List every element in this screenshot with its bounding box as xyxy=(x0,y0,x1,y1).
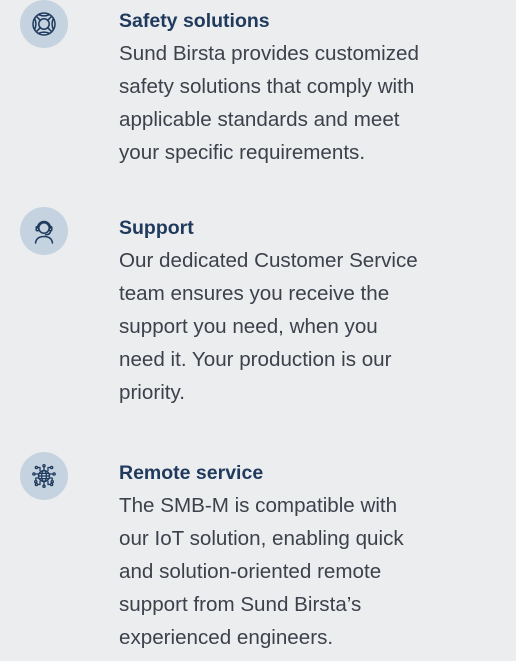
feature-list: Safety solutions Sund Birsta provides cu… xyxy=(0,0,516,661)
description-line: team ensures you receive the xyxy=(119,282,390,305)
network-globe-icon xyxy=(20,452,68,500)
description-line: safety solutions that comply with xyxy=(119,75,415,98)
feature-description: Sund Birsta provides customized safety s… xyxy=(119,37,504,169)
description-line: and solution-oriented remote xyxy=(119,560,382,583)
feature-title: Remote service xyxy=(119,462,264,484)
description-line: Our dedicated Customer Service xyxy=(119,249,418,272)
feature-description: Our dedicated Customer Service team ensu… xyxy=(119,244,504,409)
feature-title: Safety solutions xyxy=(119,10,270,32)
feature-description: The SMB-M is compatible with our IoT sol… xyxy=(119,489,504,654)
description-line: The SMB-M is compatible with xyxy=(119,494,398,517)
description-line: our IoT solution, enabling quick xyxy=(119,527,404,550)
description-line: support from Sund Birsta’s xyxy=(119,593,362,616)
lifebuoy-icon xyxy=(20,0,68,48)
description-line: priority. xyxy=(119,381,185,404)
description-line: need it. Your production is our xyxy=(119,348,392,371)
feature-title: Support xyxy=(119,217,194,239)
headset-support-icon xyxy=(20,207,68,255)
description-line: your specific requirements. xyxy=(119,141,366,164)
description-line: applicable standards and meet xyxy=(119,108,400,131)
description-line: Sund Birsta provides customized xyxy=(119,42,419,65)
description-line: experienced engineers. xyxy=(119,626,334,649)
description-line: support you need, when you xyxy=(119,315,378,338)
